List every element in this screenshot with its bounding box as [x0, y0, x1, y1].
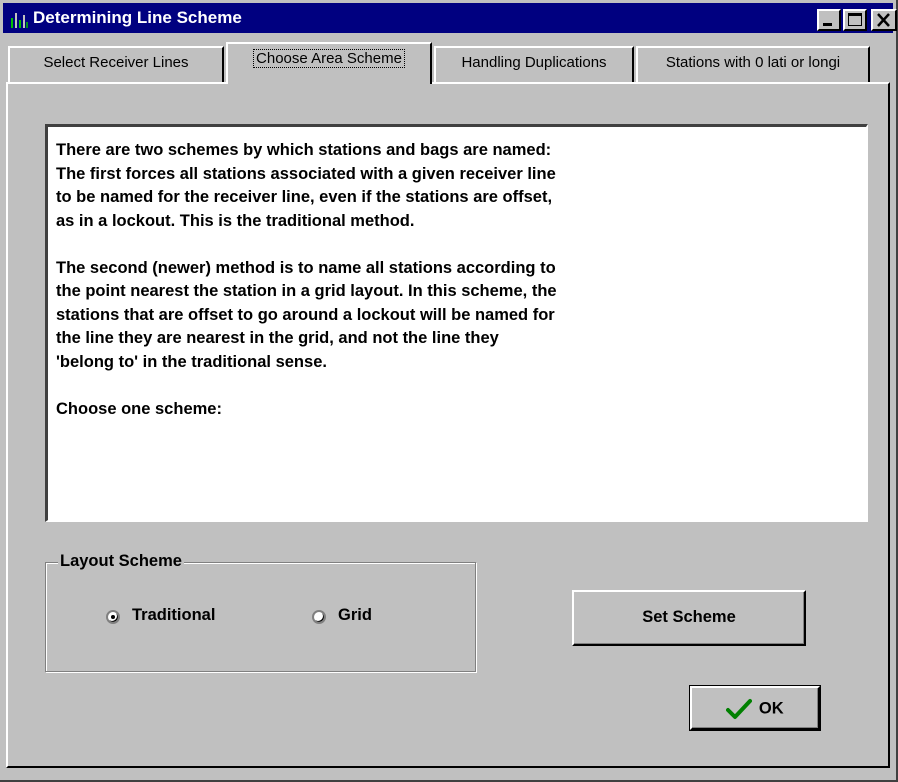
tab-handling-duplications[interactable]: Handling Duplications	[434, 46, 634, 82]
radio-grid-label[interactable]: Grid	[338, 606, 372, 625]
description-paragraph: Choose one scheme:	[56, 399, 222, 418]
checkmark-icon	[726, 698, 753, 719]
ok-button[interactable]: OK	[689, 685, 821, 731]
tab-label: Select Receiver Lines	[43, 54, 189, 71]
app-icon	[9, 9, 29, 29]
description-paragraph: The second (newer) method is to name all…	[56, 258, 557, 371]
maximize-button[interactable]	[843, 9, 867, 31]
tab-choose-area-scheme[interactable]: Choose Area Scheme	[226, 42, 432, 84]
radio-selected-dot	[111, 615, 115, 619]
scheme-description-text[interactable]: There are two schemes by which stations …	[45, 124, 868, 522]
set-scheme-label: Set Scheme	[642, 608, 736, 626]
radio-traditional[interactable]	[106, 610, 120, 624]
minimize-button[interactable]	[817, 9, 841, 31]
layout-scheme-label: Layout Scheme	[58, 552, 184, 571]
tab-select-receiver-lines[interactable]: Select Receiver Lines	[8, 46, 224, 82]
set-scheme-button[interactable]: Set Scheme	[572, 590, 806, 646]
description-paragraph: There are two schemes by which stations …	[56, 141, 556, 230]
tab-label: Choose Area Scheme	[253, 49, 405, 68]
close-icon	[877, 13, 890, 27]
dialog-window: Determining Line Scheme Select Receiver …	[0, 0, 898, 782]
radio-grid[interactable]	[312, 610, 326, 624]
window-title: Determining Line Scheme	[33, 8, 242, 27]
tab-stations-zero-lat-long[interactable]: Stations with 0 lati or longi	[636, 46, 870, 82]
radio-traditional-label[interactable]: Traditional	[132, 606, 215, 625]
tab-label: Handling Duplications	[461, 54, 607, 71]
title-bar[interactable]: Determining Line Scheme	[3, 3, 897, 33]
close-button[interactable]	[871, 9, 897, 31]
minimize-icon	[823, 23, 832, 26]
tab-label: Stations with 0 lati or longi	[665, 54, 841, 71]
ok-label: OK	[758, 699, 784, 718]
maximize-icon	[848, 13, 862, 26]
